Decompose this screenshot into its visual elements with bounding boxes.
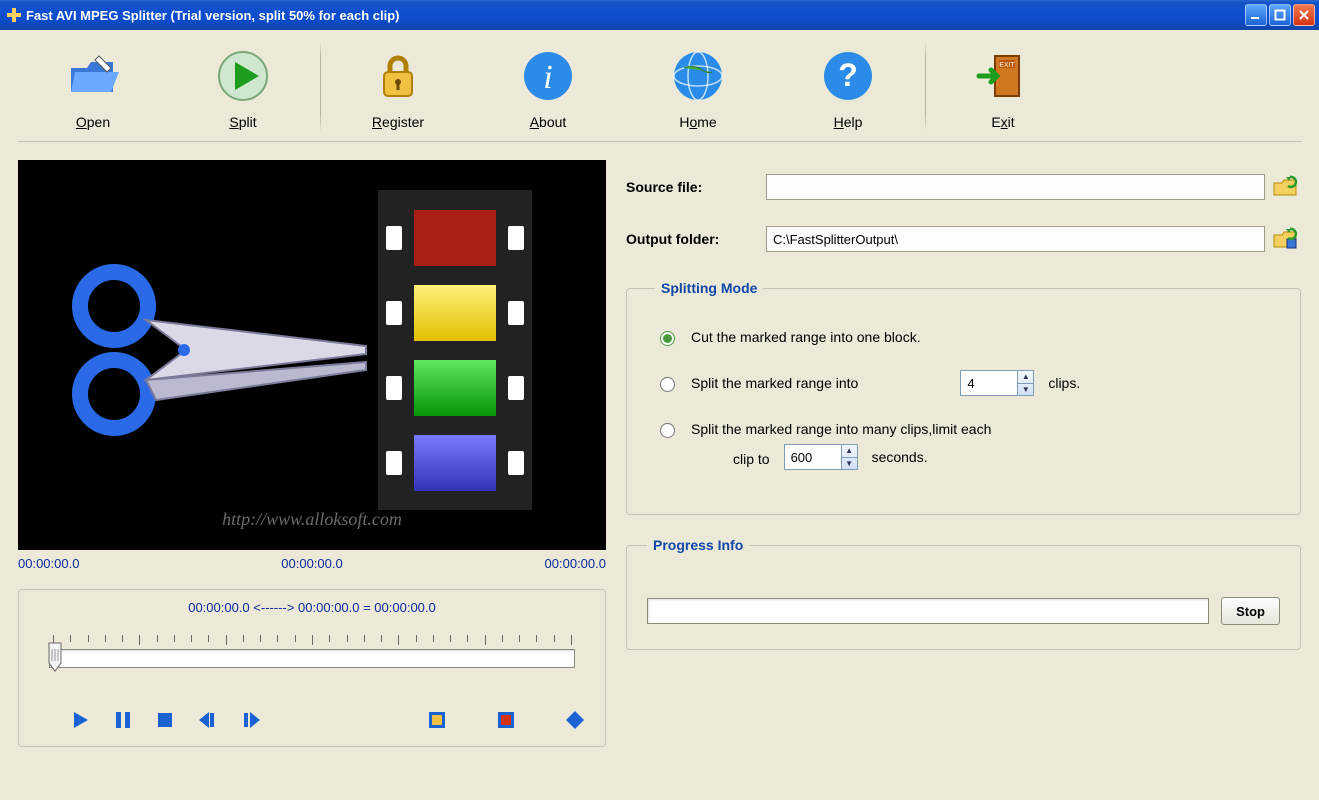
mode-split-seconds-post: seconds. (872, 449, 928, 465)
mark-out-button[interactable] (496, 708, 516, 732)
stop-playback-button[interactable] (155, 708, 175, 732)
svg-text:EXIT: EXIT (999, 62, 1015, 69)
play-disc-icon (215, 48, 271, 104)
step-back-button[interactable] (197, 708, 219, 732)
folder-open-icon (65, 48, 121, 104)
mode-split-count-pre: Split the marked range into (691, 375, 858, 391)
progress-panel: Progress Info Stop (626, 537, 1301, 650)
home-button[interactable]: Home (623, 30, 773, 142)
help-button[interactable]: ? Help (773, 30, 923, 142)
mode-cut-label: Cut the marked range into one block. (691, 329, 921, 345)
progress-legend: Progress Info (647, 537, 749, 553)
globe-icon (670, 48, 726, 104)
open-button[interactable]: Open (18, 30, 168, 142)
mode-split-count-radio[interactable] (660, 377, 675, 392)
svg-text:i: i (543, 59, 552, 96)
mode-split-seconds-pre2: clip to (733, 451, 770, 467)
about-button[interactable]: i About (473, 30, 623, 142)
home-label: Home (679, 114, 716, 130)
clip-count-spinner[interactable]: ▲▼ (1018, 370, 1034, 396)
app-icon (6, 7, 22, 23)
seek-thumb[interactable] (47, 639, 63, 673)
toolbar-separator (925, 40, 926, 132)
time-current: 00:00:00.0 (281, 556, 342, 571)
source-file-input[interactable] (766, 174, 1265, 200)
maximize-button[interactable] (1269, 4, 1291, 26)
exit-door-icon: EXIT (975, 48, 1031, 104)
pause-button[interactable] (113, 708, 133, 732)
output-folder-input[interactable] (766, 226, 1265, 252)
about-label: About (530, 114, 567, 130)
exit-label: Exit (991, 114, 1014, 130)
seconds-input[interactable] (784, 444, 842, 470)
window-title: Fast AVI MPEG Splitter (Trial version, s… (26, 8, 1245, 23)
open-label: Open (76, 114, 110, 130)
splitting-mode-panel: Splitting Mode Cut the marked range into… (626, 280, 1301, 515)
toolbar-separator (320, 40, 321, 132)
step-forward-button[interactable] (241, 708, 263, 732)
seconds-spinner[interactable]: ▲▼ (842, 444, 858, 470)
info-icon: i (520, 48, 576, 104)
stop-button[interactable]: Stop (1221, 597, 1280, 625)
lock-icon (370, 48, 426, 104)
source-file-label: Source file: (626, 179, 766, 195)
split-button[interactable]: Split (168, 30, 318, 142)
filmstrip-icon (378, 190, 532, 510)
splitting-mode-legend: Splitting Mode (655, 280, 763, 296)
browse-output-button[interactable] (1271, 226, 1299, 252)
register-button[interactable]: Register (323, 30, 473, 142)
browse-source-button[interactable] (1271, 174, 1299, 200)
video-preview: http://www.alloksoft.com (18, 160, 606, 550)
mode-cut-radio[interactable] (660, 331, 675, 346)
title-bar: Fast AVI MPEG Splitter (Trial version, s… (0, 0, 1319, 30)
minimize-button[interactable] (1245, 4, 1267, 26)
mode-split-count-post: clips. (1048, 375, 1080, 391)
help-label: Help (834, 114, 863, 130)
mark-in-button[interactable] (427, 708, 447, 732)
split-label: Split (229, 114, 256, 130)
register-label: Register (372, 114, 424, 130)
clip-count-input[interactable] (960, 370, 1018, 396)
range-text: 00:00:00.0 <------> 00:00:00.0 = 00:00:0… (39, 600, 585, 615)
playback-panel: 00:00:00.0 <------> 00:00:00.0 = 00:00:0… (18, 589, 606, 747)
help-icon: ? (820, 48, 876, 104)
play-button[interactable] (71, 708, 91, 732)
scissors-icon (66, 250, 366, 450)
output-folder-label: Output folder: (626, 231, 766, 247)
time-end: 00:00:00.0 (545, 556, 606, 571)
toolbar: Open Split Register i About Home (18, 30, 1301, 142)
mode-split-seconds-line1: Split the marked range into many clips,l… (691, 421, 991, 437)
close-button[interactable] (1293, 4, 1315, 26)
progress-bar (647, 598, 1209, 624)
watermark-text: http://www.alloksoft.com (18, 509, 606, 530)
mode-split-seconds-radio[interactable] (660, 423, 675, 438)
seek-track[interactable] (49, 649, 575, 668)
slider-ticks (53, 635, 571, 643)
clear-marks-button[interactable] (565, 708, 585, 732)
svg-text:?: ? (838, 57, 858, 93)
exit-button[interactable]: EXIT Exit (928, 30, 1078, 142)
time-start: 00:00:00.0 (18, 556, 79, 571)
